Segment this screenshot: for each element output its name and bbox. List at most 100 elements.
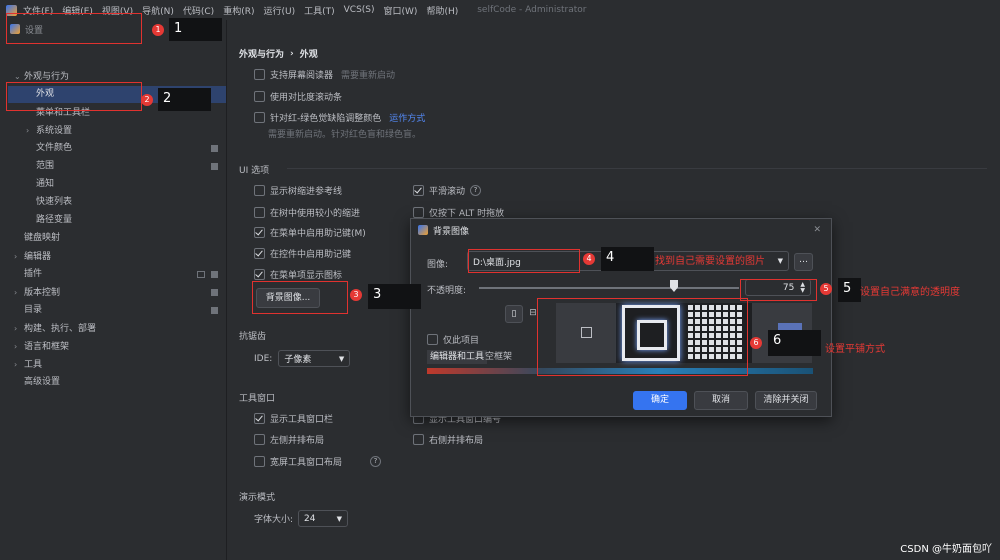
checkbox-box[interactable] — [254, 248, 265, 259]
annotation-number-1: 1 — [169, 18, 222, 41]
breadcrumb-current: 外观 — [299, 50, 318, 60]
checkbox-box[interactable] — [413, 207, 424, 218]
project-scope-icon — [211, 289, 218, 296]
checkbox-box[interactable] — [413, 434, 424, 445]
checkbox-box[interactable] — [254, 185, 265, 196]
annotation-box-3 — [252, 281, 348, 314]
ide-antialias-select[interactable]: 子像素 ▼ — [278, 350, 351, 367]
tree-item-directories[interactable]: 目录 — [24, 303, 42, 318]
tree-item-notifications[interactable]: 通知 — [36, 177, 54, 192]
translate-icon — [197, 271, 205, 278]
checkbox-widescreen-layout[interactable]: 宽屏工具窗口布局? — [254, 455, 382, 468]
tree-item-languages[interactable]: › 语言和框架 — [14, 339, 69, 354]
dialog-titlebar: 背景图像 ✕ — [411, 219, 831, 241]
browse-button[interactable]: … — [794, 253, 813, 271]
checkbox-box[interactable] — [254, 227, 265, 238]
checkbox-show-tool-window-bars[interactable]: 显示工具窗口栏 — [254, 412, 333, 425]
breadcrumb: 外观与行为 › 外观 — [239, 47, 318, 61]
font-size-select[interactable]: 24 ▼ — [298, 510, 349, 527]
chevron-down-icon: ▼ — [777, 257, 783, 265]
checkbox-indent-guides[interactable]: 显示树缩进参考线 — [254, 184, 342, 197]
checkbox-box[interactable] — [254, 112, 265, 123]
menu-run[interactable]: 运行(U) — [263, 4, 295, 17]
cancel-button[interactable]: 取消 — [694, 391, 748, 410]
help-icon[interactable]: ? — [370, 456, 382, 467]
annotation-badge-6: 6 — [750, 337, 762, 349]
tool-windows-title: 工具窗口 — [239, 394, 276, 404]
annotation-note-tile: 设置平铺方式 — [825, 344, 885, 355]
tree-item-path-variables[interactable]: 路径变量 — [36, 213, 72, 228]
menu-vcs[interactable]: VCS(S) — [344, 5, 375, 15]
ui-options-title: UI 选项 — [239, 166, 270, 176]
checkbox-left-side-by-side[interactable]: 左侧并排布局 — [254, 433, 324, 446]
project-scope-icon — [211, 145, 218, 152]
checkbox-this-project[interactable]: 仅此项目 — [427, 333, 479, 346]
checkbox-box[interactable] — [254, 456, 265, 467]
checkbox-box[interactable] — [254, 413, 265, 424]
menu-window[interactable]: 窗口(W) — [384, 4, 418, 17]
project-scope-icon — [211, 271, 218, 278]
annotation-number-4: 4 — [601, 247, 654, 271]
menu-code[interactable]: 代码(C) — [183, 4, 214, 17]
target-empty-frame-tab[interactable]: 空框架 — [485, 350, 512, 364]
font-size-row: 字体大小: 24 ▼ — [254, 510, 349, 527]
checkbox-right-side-by-side[interactable]: 右侧并排布局 — [413, 433, 483, 446]
annotation-badge-2: 2 — [141, 94, 153, 106]
tree-item-tools[interactable]: › 工具 — [14, 357, 42, 372]
dialog-title: 背景图像 — [433, 226, 470, 237]
menu-bar: 文件(F) 编辑(E) 视图(V) 导航(N) 代码(C) 重构(R) 运行(U… — [0, 0, 1000, 20]
opacity-slider-track[interactable] — [479, 287, 739, 289]
fill-plain-button[interactable]: ▯ — [505, 305, 523, 323]
tree-item-plugins[interactable]: 插件 — [24, 267, 42, 282]
annotation-badge-4: 4 — [583, 253, 595, 265]
checkbox-box[interactable] — [413, 185, 424, 196]
tree-item-quick-lists[interactable]: 快速列表 — [36, 195, 72, 210]
how-it-works-link[interactable]: 运作方式 — [389, 111, 425, 124]
checkbox-screen-reader[interactable]: 支持屏幕阅读器 需要重新启动 — [254, 68, 395, 81]
checkbox-box[interactable] — [427, 334, 438, 345]
checkbox-box[interactable] — [254, 91, 265, 102]
target-editor-tools-tab[interactable]: 编辑器和工具 — [427, 350, 488, 364]
checkbox-red-green[interactable]: 针对红-绿色觉缺陷调整颜色 运作方式 — [254, 111, 425, 124]
checkbox-control-mnemonics[interactable]: 在控件中启用助记键 — [254, 247, 351, 260]
project-scope-icon — [211, 163, 218, 170]
annotation-box-4 — [468, 249, 580, 273]
watermark: CSDN @牛奶面包吖 — [900, 544, 992, 555]
menu-navigate[interactable]: 导航(N) — [142, 4, 174, 17]
menu-refactor[interactable]: 重构(R) — [223, 4, 254, 17]
opacity-slider-thumb[interactable] — [670, 280, 678, 292]
ok-button[interactable]: 确定 — [633, 391, 687, 410]
checkbox-menu-mnemonics[interactable]: 在菜单中启用助记键(M) — [254, 226, 366, 239]
checkbox-box[interactable] — [254, 434, 265, 445]
checkbox-box[interactable] — [254, 69, 265, 80]
clear-close-button[interactable]: 清除并关闭 — [755, 391, 817, 410]
menu-help[interactable]: 帮助(H) — [426, 4, 458, 17]
font-size-label: 字体大小: — [254, 515, 294, 525]
annotation-number-3: 3 — [368, 284, 421, 309]
tree-item-version-control[interactable]: › 版本控制 — [14, 285, 60, 300]
section-divider — [287, 168, 987, 169]
chevron-right-icon: › — [14, 342, 18, 351]
checkbox-box[interactable] — [254, 207, 265, 218]
tree-item-advanced[interactable]: 高级设置 — [24, 375, 60, 390]
checkbox-contrast-scrollbar[interactable]: 使用对比度滚动条 — [254, 90, 342, 103]
checkbox-menu-icons[interactable]: 在菜单项显示图标 — [254, 268, 342, 281]
tree-item-file-colors[interactable]: 文件颜色 — [36, 141, 72, 156]
checkbox-smaller-indent[interactable]: 在树中使用较小的缩进 — [254, 206, 360, 219]
presentation-title: 演示模式 — [239, 493, 276, 503]
tree-item-editor[interactable]: › 编辑器 — [14, 249, 51, 264]
breadcrumb-parent[interactable]: 外观与行为 — [239, 47, 284, 60]
help-icon[interactable]: ? — [470, 185, 482, 196]
checkbox-box[interactable] — [254, 269, 265, 280]
tree-item-build-execution[interactable]: › 构建、执行、部署 — [14, 321, 96, 336]
tree-item-scopes[interactable]: 范围 — [36, 159, 54, 174]
close-icon[interactable]: ✕ — [813, 225, 821, 235]
tree-item-keymap[interactable]: 键盘映射 — [24, 231, 60, 246]
annotation-box-1 — [6, 13, 142, 44]
antialias-title: 抗锯齿 — [239, 332, 267, 342]
checkbox-smooth-scroll[interactable]: 平滑滚动? — [413, 184, 482, 197]
tree-item-system-settings[interactable]: › 系统设置 — [26, 123, 72, 138]
chevron-right-icon: › — [14, 324, 18, 333]
project-scope-icon — [211, 307, 218, 314]
menu-tools[interactable]: 工具(T) — [304, 4, 335, 17]
